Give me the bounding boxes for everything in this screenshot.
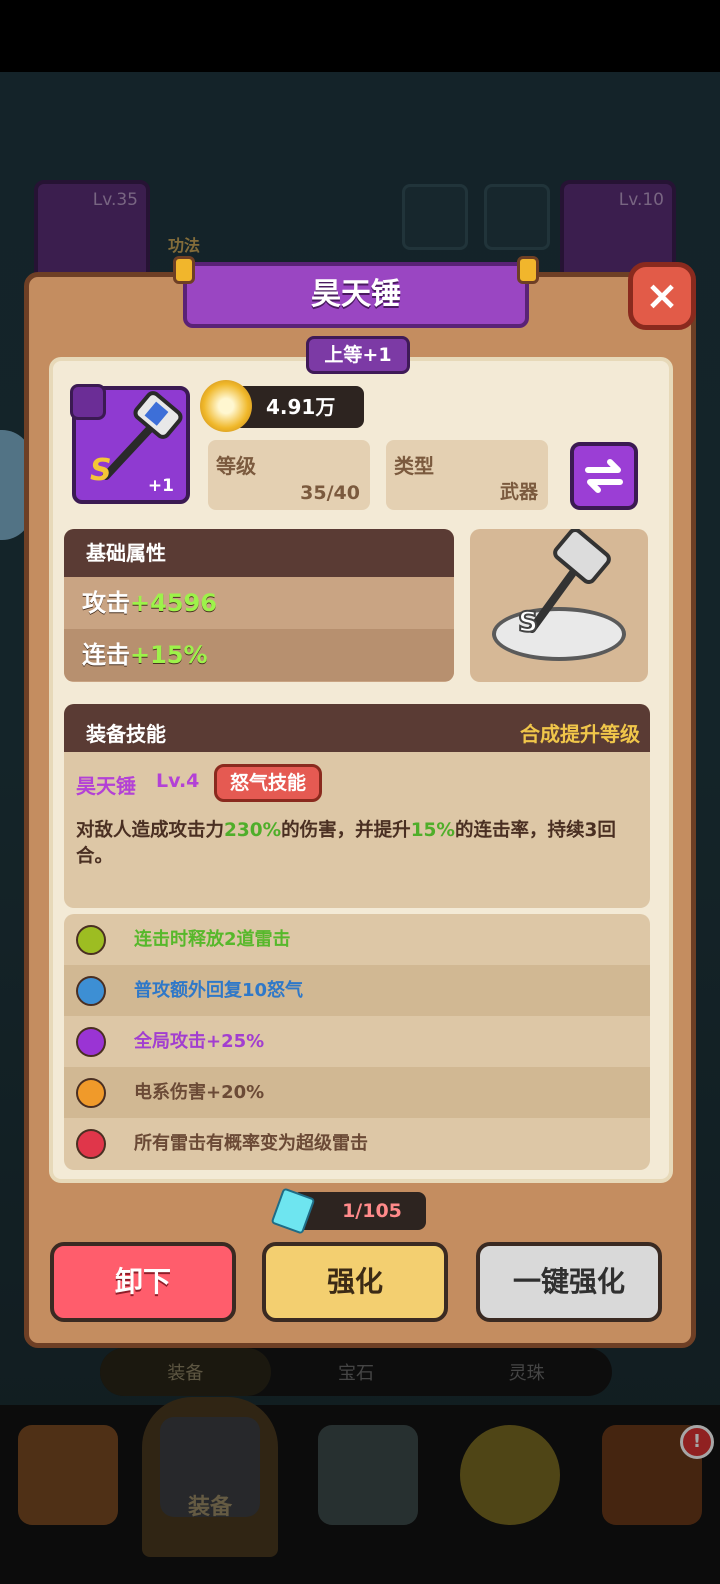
attribute-row: 攻击+4596 bbox=[64, 577, 454, 629]
list-item: 连击时释放2道雷击 bbox=[64, 914, 650, 965]
level-value: 35/40 bbox=[300, 482, 360, 504]
hammer-item-icon: S +1 bbox=[70, 384, 190, 504]
skill-level: Lv.4 bbox=[156, 770, 200, 792]
svg-text:S: S bbox=[518, 605, 538, 638]
enhance-button[interactable]: 强化 bbox=[262, 1242, 448, 1322]
desc-part: 对敌人造成攻击力 bbox=[76, 820, 225, 841]
type-label: 类型 bbox=[394, 454, 434, 478]
red-lock-icon bbox=[76, 1129, 106, 1159]
swap-arrows-icon bbox=[585, 459, 623, 493]
effects-list: 连击时释放2道雷击 普攻额外回复10怒气 全局攻击+25% 电系伤害+20% 所… bbox=[64, 914, 650, 1170]
list-item: 全局攻击+25% bbox=[64, 1016, 650, 1067]
effect-text: 全局攻击+25% bbox=[134, 1031, 265, 1052]
level-box: 等级 35/40 bbox=[208, 440, 370, 510]
skill-description: 对敌人造成攻击力230%的伤害，并提升15%的连击率，持续3回合。 bbox=[76, 818, 636, 870]
grade-tag: 上等+1 bbox=[306, 336, 410, 374]
type-box: 类型 武器 bbox=[386, 440, 548, 510]
list-item: 普攻额外回复10怒气 bbox=[64, 965, 650, 1016]
attack-label: 攻击 bbox=[82, 589, 130, 617]
rank-s-badge: S bbox=[90, 453, 112, 488]
attribute-row: 连击+15% bbox=[64, 629, 454, 681]
green-orb-icon bbox=[76, 925, 106, 955]
hammer-preview-icon: S bbox=[517, 529, 611, 639]
effect-text: 连击时释放2道雷击 bbox=[134, 929, 291, 950]
desc-combo-pct: 15% bbox=[410, 820, 455, 841]
skill-title: 装备技能 bbox=[86, 722, 166, 746]
effect-text: 所有雷击有概率变为超级雷击 bbox=[134, 1133, 368, 1154]
base-attributes-title: 基础属性 bbox=[64, 529, 454, 577]
upgrade-hint-link[interactable]: 合成提升等级 bbox=[520, 704, 640, 764]
list-item: 所有雷击有概率变为超级雷击 bbox=[64, 1118, 650, 1169]
attack-value: +4596 bbox=[130, 589, 217, 617]
close-icon: × bbox=[645, 273, 679, 319]
skill-name: 昊天锤 bbox=[76, 774, 136, 798]
rage-skill-tag: 怒气技能 bbox=[214, 764, 322, 802]
one-click-enhance-button[interactable]: 一键强化 bbox=[476, 1242, 662, 1322]
level-label: 等级 bbox=[216, 454, 256, 478]
unequip-button[interactable]: 卸下 bbox=[50, 1242, 236, 1322]
combo-label: 连击 bbox=[82, 641, 130, 669]
item-title: 昊天锤 bbox=[311, 277, 401, 312]
desc-part: 的伤害，并提升 bbox=[281, 820, 411, 841]
base-attributes-panel: 基础属性 攻击+4596 连击+15% bbox=[64, 529, 454, 682]
effect-text: 普攻额外回复10怒气 bbox=[134, 980, 304, 1001]
status-bar bbox=[0, 0, 720, 72]
list-item: 电系伤害+20% bbox=[64, 1067, 650, 1118]
combo-value: +15% bbox=[130, 641, 208, 669]
type-value: 武器 bbox=[499, 481, 538, 503]
swap-button[interactable] bbox=[570, 442, 638, 510]
blue-orb-icon bbox=[76, 976, 106, 1006]
effect-text: 电系伤害+20% bbox=[134, 1082, 265, 1103]
skill-header: 装备技能 合成提升等级 bbox=[64, 704, 650, 752]
item-plus-level: +1 bbox=[147, 476, 174, 496]
desc-damage-pct: 230% bbox=[224, 820, 282, 841]
item-preview: S bbox=[470, 529, 648, 682]
purple-orb-icon bbox=[76, 1027, 106, 1057]
power-shield-icon bbox=[200, 380, 252, 432]
orange-lock-icon bbox=[76, 1078, 106, 1108]
close-button[interactable]: × bbox=[628, 262, 696, 330]
title-banner: 昊天锤 bbox=[173, 256, 539, 328]
equipment-skill-panel: 装备技能 合成提升等级 昊天锤 Lv.4 怒气技能 对敌人造成攻击力230%的伤… bbox=[64, 704, 650, 908]
